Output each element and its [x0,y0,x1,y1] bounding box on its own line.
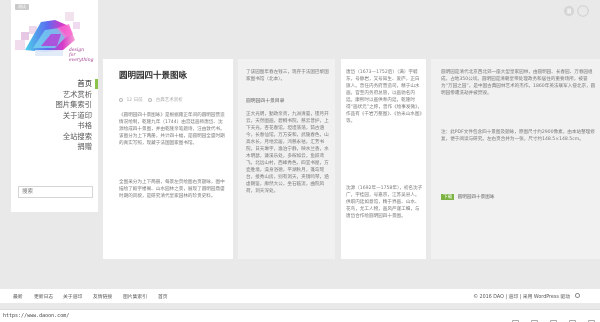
content-column: 唐岱（1673—1752后）（满）字毓东，号静岩，又号知生、爱庐，正白旗人。曾任… [341,59,426,259]
scene-list: 正大光明，勤政亲贤，九洲清晏，镂月开云，天然图画，碧桐书院，慈云普护，上下天光，… [246,112,329,194]
theme-toggle-icon[interactable] [563,5,589,17]
logo-badge: 测试 [15,4,29,10]
footer-link-home[interactable]: 首页 [158,293,168,300]
column-note: 注：此PDF文件包含四十景图及题咏，原图尺寸约2900像素，由本站整理修复，便于… [441,130,595,142]
browser-status-bar: https://www.daoon.com/ [0,309,600,322]
post-paragraph: 《圆明园四十景图咏》是根据雍正年间的圆明园营造情况绘制，乾隆九年（1744）由宫… [119,113,225,146]
footer-link-friends[interactable]: 友情链接 [93,293,112,300]
status-icons [505,312,595,322]
column-heading: 圆明园四十景目录 [246,99,285,104]
download-tag: 下载 [441,194,455,200]
nav-item-books[interactable]: 书格 [11,121,98,132]
footer-link-latest[interactable]: 最新 [13,293,23,300]
footer-link-gallery-index[interactable]: 图片集索引 [123,293,147,300]
search-input[interactable] [18,186,93,198]
post-date: 12 日前 [126,98,143,103]
column-paragraph: 圆明园是清代北京西北郊一座大型皇家园林，由圆明园、长春园、万春园组成，占地350… [441,70,596,96]
artist-bio: 沈源（1692年—1758年），初名沈子广，字桂园，号嘉宗，江苏吴县人。供职内廷… [346,186,423,219]
footer-link-about[interactable]: 关于道印 [63,293,82,300]
download-text: 圆明园四十景图咏 [457,195,495,200]
site-footer: 最新 更新日志 关于道印 友情链接 图片集索引 首页 © 2016 DAO | … [0,289,600,303]
status-url: https://www.daoon.com/ [3,313,70,319]
main-nav: 首页 艺术赏析 图片集索引 关于道印 书格 全站搜索 捐赠 [11,79,98,153]
post-title[interactable]: 圆明园四十景图咏 [119,69,187,81]
folder-icon [148,97,153,102]
nav-item-donate[interactable]: 捐赠 [11,142,98,153]
post-card: 圆明园四十景图咏 12 日前 古典艺术赏析 《圆明园四十景图咏》是根据雍正年间的… [103,59,233,259]
content-column: 圆明园是清代北京西北郊一座大型皇家园林，由圆明园、长春园、万春园组成，占地350… [431,59,600,259]
site-logo[interactable]: 测试 design for everything [11,2,98,70]
post-paragraph: 全图采分为上下两册，每景左页绘图右页题咏，图中描绘了殿宇楼阁、山水园林之景，展现… [119,180,225,199]
post-category[interactable]: 古典艺术赏析 [156,98,183,103]
copyright-text: © 2016 DAO | 道印 | 采用 WordPress 驱动 [473,295,570,300]
sidebar: 测试 design for everything 首页 艺术赏析 图片集索引 关… [11,0,98,212]
nav-item-art[interactable]: 艺术赏析 [11,90,98,101]
clock-icon [119,97,123,102]
artist-bio: 唐岱（1673—1752后）（满）字毓东，号静岩，又号知生、爱庐，正白旗人。曾任… [346,70,422,124]
download-link[interactable]: 下载 圆明园四十景图咏 [441,194,494,200]
post-meta: 12 日前 古典艺术赏析 [119,97,183,103]
nav-item-site-search[interactable]: 全站搜索 [11,132,98,143]
nav-item-gallery-index[interactable]: 图片集索引 [11,100,98,111]
footer-link-changelog[interactable]: 更新日志 [34,293,53,300]
logo-tagline-text: design for everything [69,48,94,63]
logo-tagline: design for everything [69,48,94,63]
column-intro: 了该园图年春左钱三，现存于法国巴黎国家图书馆（北本）。 [246,70,329,82]
nav-item-home[interactable]: 首页 [11,79,98,90]
nav-item-about[interactable]: 关于道印 [11,111,98,122]
content-column: 了该园图年春左钱三，现存于法国巴黎国家图书馆（北本）。 圆明园四十景目录 正大光… [238,59,335,259]
rss-icon[interactable] [575,293,580,298]
